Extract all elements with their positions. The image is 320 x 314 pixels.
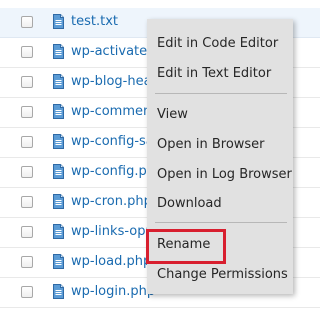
file-icon	[53, 44, 64, 59]
file-checkbox[interactable]	[21, 196, 33, 208]
rename-highlight-box	[146, 229, 226, 264]
menu-item-change-permissions[interactable]: Change Permissions	[157, 267, 288, 283]
file-icon	[53, 224, 64, 239]
file-name-link[interactable]: wp-login.php	[71, 283, 155, 300]
file-icon	[53, 74, 64, 89]
menu-item-download[interactable]: Download	[157, 196, 222, 212]
menu-item-open-in-log-browser[interactable]: Open in Log Browser	[157, 167, 292, 183]
file-icon	[53, 14, 64, 29]
file-name-link[interactable]: test.txt	[71, 13, 118, 30]
menu-separator	[155, 222, 287, 223]
menu-item-open-in-browser[interactable]: Open in Browser	[157, 137, 265, 153]
file-checkbox[interactable]	[21, 76, 33, 88]
file-checkbox[interactable]	[21, 16, 33, 28]
file-checkbox[interactable]	[21, 226, 33, 238]
file-icon	[53, 164, 64, 179]
file-checkbox[interactable]	[21, 286, 33, 298]
file-checkbox[interactable]	[21, 256, 33, 268]
file-icon	[53, 134, 64, 149]
menu-item-edit-in-text-editor[interactable]: Edit in Text Editor	[157, 66, 271, 82]
menu-item-edit-in-code-editor[interactable]: Edit in Code Editor	[157, 36, 278, 52]
file-icon	[53, 194, 64, 209]
file-checkbox[interactable]	[21, 166, 33, 178]
file-manager-screen: test.txt wp-activate.php wp-blog-header.…	[0, 0, 320, 314]
file-checkbox[interactable]	[21, 106, 33, 118]
file-icon	[53, 284, 64, 299]
menu-item-view[interactable]: View	[157, 107, 188, 123]
file-icon	[53, 104, 64, 119]
file-checkbox[interactable]	[21, 46, 33, 58]
file-name-link[interactable]: wp-cron.php	[71, 193, 152, 210]
file-name-link[interactable]: wp-load.php	[71, 253, 151, 270]
file-icon	[53, 254, 64, 269]
menu-separator	[155, 93, 287, 94]
file-checkbox[interactable]	[21, 136, 33, 148]
